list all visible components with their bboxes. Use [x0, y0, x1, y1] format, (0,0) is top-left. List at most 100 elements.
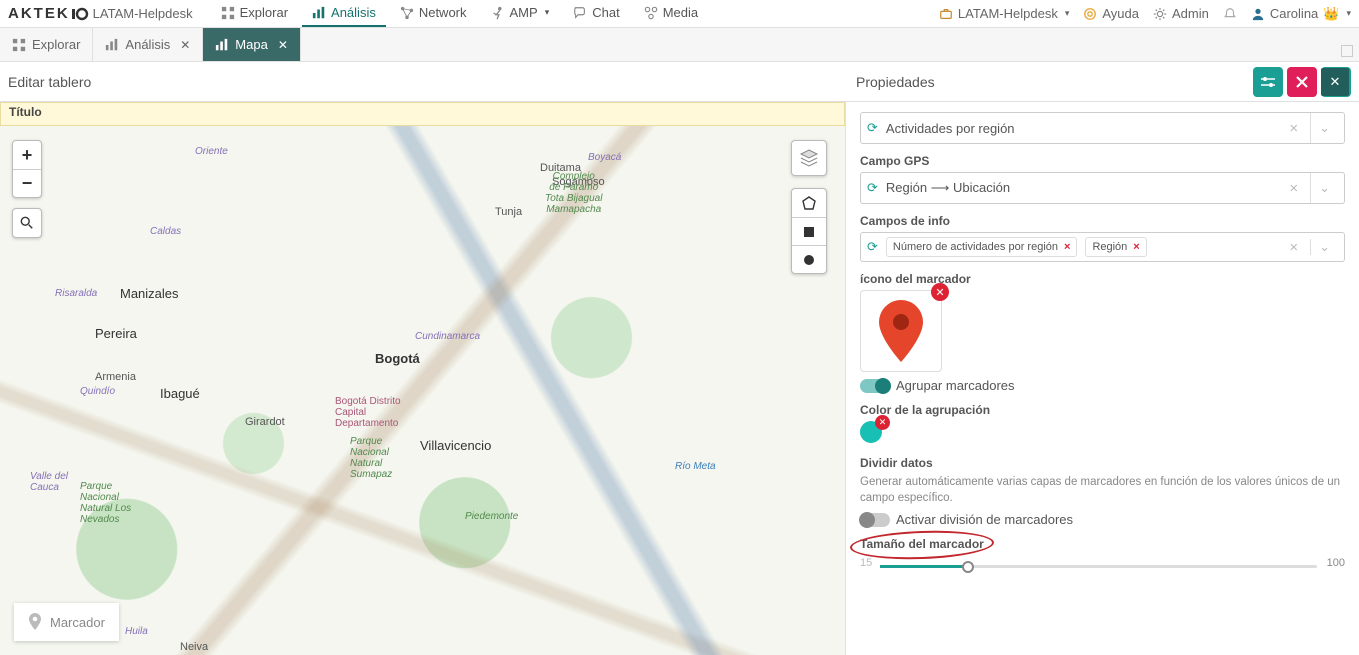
chevron-down-icon[interactable]: ⌄ — [1310, 173, 1338, 203]
zoom-in-button[interactable]: + — [13, 141, 41, 169]
grid-icon — [221, 6, 235, 20]
split-description: Generar automáticamente varias capas de … — [860, 474, 1345, 506]
close-icon[interactable]: ✕ — [180, 38, 190, 52]
map-region-label: Caldas — [150, 226, 181, 237]
legend-label: Marcador — [50, 615, 105, 630]
chip-activity-count[interactable]: Número de actividades por región × — [886, 237, 1078, 257]
grid-icon — [12, 38, 26, 52]
draw-rect-button[interactable] — [792, 217, 826, 245]
chevron-down-icon: ▾ — [1065, 8, 1070, 19]
zoom-control: + − — [12, 140, 42, 198]
nav-explorar-label: Explorar — [240, 5, 288, 20]
field-marker-size: Tamaño del marcador 15 100 — [860, 537, 1345, 579]
tab-analisis-label: Análisis — [125, 37, 170, 52]
activate-split-label: Activar división de marcadores — [896, 512, 1073, 527]
activate-split-toggle[interactable] — [860, 513, 890, 527]
refresh-icon[interactable]: ⟳ — [867, 239, 878, 255]
map-legend[interactable]: Marcador — [14, 603, 119, 641]
admin-label: Admin — [1172, 6, 1209, 21]
nav-amp[interactable]: AMP ▾ — [481, 0, 560, 27]
nav-chat-label: Chat — [592, 5, 619, 20]
layers-icon — [799, 148, 819, 168]
close-panel-button[interactable]: ✕ — [1321, 68, 1349, 96]
properties-header: Propiedades ✕ — [846, 62, 1359, 102]
chevron-down-icon[interactable]: ⌄ — [1310, 239, 1338, 255]
map-city-label: Manizales — [120, 286, 179, 301]
widget-title-input[interactable]: Título — [0, 102, 845, 126]
group-color-swatch[interactable]: ✕ — [860, 421, 882, 443]
map-region-label: Cundinamarca — [415, 331, 480, 342]
draw-circle-button[interactable] — [792, 245, 826, 273]
gps-value: Región ⟶ Ubicación — [886, 180, 1277, 196]
expand-icon[interactable] — [1341, 45, 1353, 57]
top-navbar: AKTEK LATAM-Helpdesk Explorar Análisis N… — [0, 0, 1359, 28]
tab-analisis[interactable]: Análisis ✕ — [93, 28, 203, 61]
map-column: Título + − Bogotá Manizales Pereira Ib — [0, 102, 845, 655]
network-icon — [400, 6, 414, 20]
nav-explorar[interactable]: Explorar — [211, 0, 298, 27]
gps-select[interactable]: ⟳ Región ⟶ Ubicación × ⌄ — [860, 172, 1345, 204]
refresh-icon[interactable]: ⟳ — [867, 120, 878, 136]
chevron-down-icon[interactable]: ⌄ — [1310, 113, 1338, 143]
dashboard-tabs: Explorar Análisis ✕ Mapa ✕ — [0, 28, 1359, 62]
map-river-label: Río Meta — [675, 461, 716, 472]
tab-mapa[interactable]: Mapa ✕ — [203, 28, 301, 61]
nav-analisis[interactable]: Análisis — [302, 0, 386, 27]
map-city-label: Girardot — [245, 416, 285, 428]
tab-explorar[interactable]: Explorar — [0, 28, 93, 61]
clear-icon[interactable]: × — [1285, 239, 1302, 256]
brand-logo: AKTEK — [8, 5, 89, 22]
tab-mapa-label: Mapa — [235, 37, 268, 52]
remove-icon[interactable]: ✕ — [875, 415, 890, 430]
map-search-button[interactable] — [12, 208, 42, 238]
marker-icon-preview[interactable]: ✕ — [860, 290, 942, 372]
user-menu[interactable]: Carolina 👑 ▾ — [1251, 6, 1351, 22]
clear-icon[interactable]: × — [1285, 180, 1302, 197]
crown-icon: 👑 — [1323, 6, 1339, 22]
chat-icon — [573, 6, 587, 20]
chip-label: Número de actividades por región — [893, 241, 1058, 253]
chip-remove-icon[interactable]: × — [1133, 241, 1139, 253]
admin-link[interactable]: Admin — [1153, 6, 1209, 21]
activity-select[interactable]: ⟳ Actividades por región × ⌄ — [860, 112, 1345, 144]
field-activity-source: ⟳ Actividades por región × ⌄ — [860, 112, 1345, 144]
activate-split-row: Activar división de marcadores — [860, 512, 1345, 527]
help-link[interactable]: Ayuda — [1083, 6, 1139, 21]
group-markers-toggle[interactable] — [860, 379, 890, 393]
nav-chat[interactable]: Chat — [563, 0, 629, 27]
close-icon[interactable]: ✕ — [278, 38, 288, 52]
map-city-label: Tunja — [495, 206, 522, 218]
refresh-icon[interactable]: ⟳ — [867, 180, 878, 196]
bars-icon — [312, 6, 326, 20]
notifications-button[interactable] — [1223, 7, 1237, 21]
slider-thumb[interactable] — [962, 561, 974, 573]
info-select[interactable]: ⟳ Número de actividades por región × Regi… — [860, 232, 1345, 262]
map-canvas[interactable]: + − Bogotá Manizales Pereira Ibagué Arme… — [0, 126, 845, 655]
map-city-label: Ibagué — [160, 386, 200, 401]
marker-size-label: Tamaño del marcador — [860, 537, 984, 551]
lifebuoy-icon — [1083, 7, 1097, 21]
info-chips: Número de actividades por región × Región… — [886, 237, 1277, 257]
split-label: Dividir datos — [860, 456, 1345, 470]
layers-button[interactable] — [791, 140, 827, 176]
workspace-switcher[interactable]: LATAM-Helpdesk ▾ — [939, 6, 1069, 21]
nav-network[interactable]: Network — [390, 0, 477, 27]
zoom-out-button[interactable]: − — [13, 169, 41, 197]
chip-remove-icon[interactable]: × — [1064, 241, 1070, 253]
user-icon — [1251, 7, 1265, 21]
map-city-label: Pereira — [95, 326, 137, 341]
nav-media[interactable]: Media — [634, 0, 708, 27]
slider-max-label: 100 — [1327, 557, 1345, 569]
workspace-name[interactable]: LATAM-Helpdesk — [93, 6, 193, 21]
marker-size-slider[interactable]: 15 100 — [860, 555, 1345, 579]
map-city-label: Bogotá — [375, 351, 420, 366]
map-district-label: Bogotá Distrito Capital Departamento — [335, 396, 401, 429]
map-region-label: Quindío — [80, 386, 115, 397]
chip-region[interactable]: Región× — [1085, 237, 1146, 257]
draw-polygon-button[interactable] — [792, 189, 826, 217]
remove-icon[interactable]: ✕ — [931, 283, 949, 301]
clear-icon[interactable]: × — [1285, 120, 1302, 137]
map-region-label: Huila — [125, 626, 148, 637]
bars-icon — [215, 38, 229, 52]
slider-fill — [880, 565, 970, 568]
